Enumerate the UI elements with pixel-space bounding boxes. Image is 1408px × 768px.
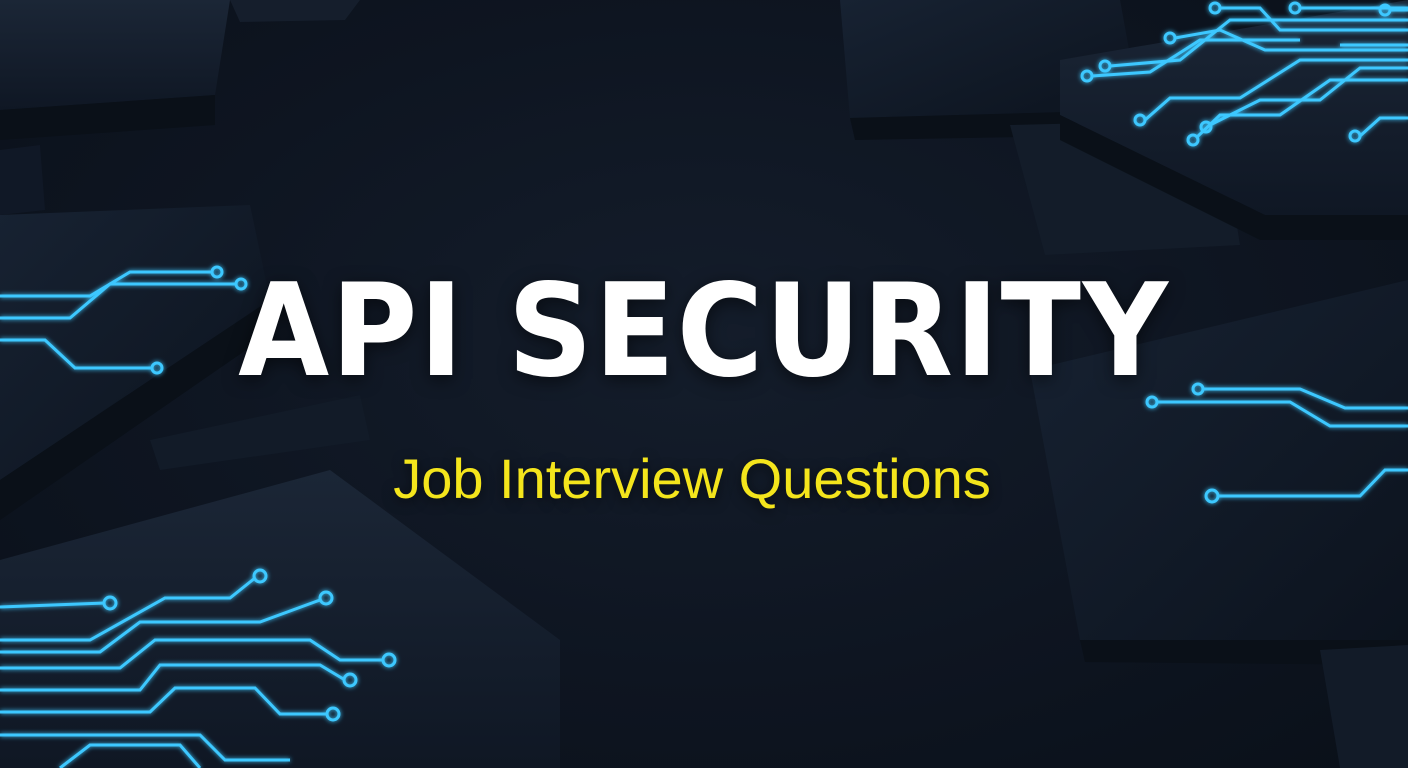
- page-subtitle: Job Interview Questions: [393, 447, 991, 510]
- banner: API SECURITY Job Interview Questions: [0, 0, 1408, 768]
- page-title: API SECURITY: [238, 257, 1170, 406]
